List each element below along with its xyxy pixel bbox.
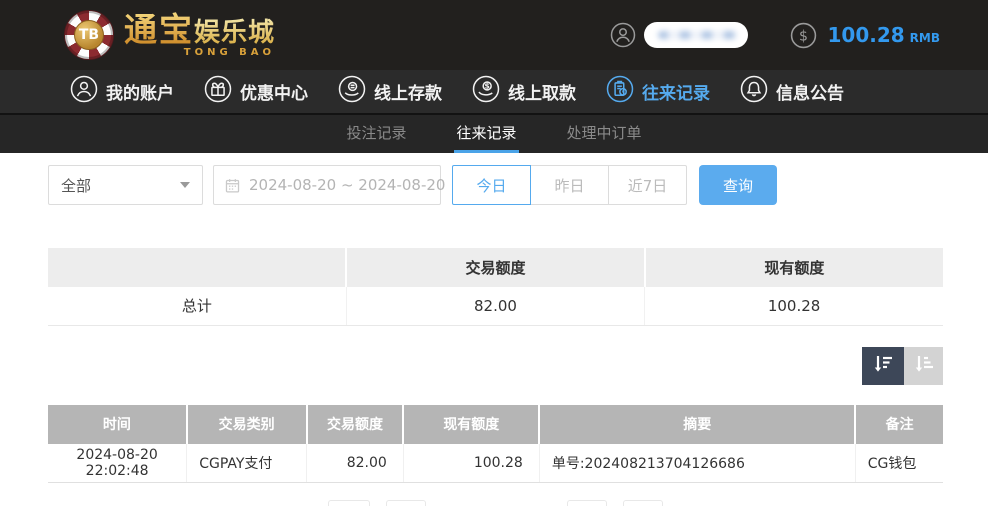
user-avatar-icon[interactable] <box>610 22 636 48</box>
balance-currency: RMB <box>909 31 940 45</box>
pagination-button[interactable] <box>328 500 370 506</box>
svg-text:$: $ <box>485 82 490 91</box>
quick-range-last7days[interactable]: 近7日 <box>608 165 687 205</box>
site-logo[interactable]: TB 通宝娱乐城 TONG BAO <box>64 10 275 60</box>
sub-tab-label: 投注记录 <box>346 124 407 142</box>
records-header-type: 交易类别 <box>186 404 308 444</box>
nav-item-promotions[interactable]: 优惠中心 <box>204 75 308 108</box>
nav-label: 信息公告 <box>776 84 844 104</box>
summary-total-label: 总计 <box>48 287 347 326</box>
records-header-time: 时间 <box>48 404 188 444</box>
record-summary: 单号:202408213704126686 <box>539 443 856 483</box>
quick-range-label: 近7日 <box>627 176 668 195</box>
summary-transaction-amount: 82.00 <box>346 287 646 326</box>
record-time: 2024-08-20 22:02:48 <box>48 443 188 483</box>
sort-ascending-button[interactable] <box>904 346 943 385</box>
svg-text:$: $ <box>800 28 809 44</box>
nav-item-my-account[interactable]: 我的账户 <box>70 75 174 108</box>
logo-title-sub: 娱乐城 <box>194 17 276 48</box>
nav-label: 线上存款 <box>374 84 442 104</box>
type-select[interactable]: 全部 <box>48 165 203 205</box>
gift-icon <box>204 75 232 108</box>
logo-text: 通宝娱乐城 TONG BAO <box>124 13 275 58</box>
tab-betting-records[interactable]: 投注记录 <box>344 115 408 153</box>
logo-subtitle: TONG BAO <box>183 46 276 58</box>
nav-label: 往来记录 <box>642 84 710 104</box>
redacted-smudge <box>658 31 739 39</box>
records-header-row: 时间 交易类别 交易额度 现有额度 摘要 备注 <box>48 404 943 444</box>
chip-label: TB <box>74 20 104 50</box>
withdraw-icon: $ <box>472 75 500 108</box>
summary-current-amount: 100.28 <box>644 287 943 326</box>
records-header-summary: 摘要 <box>539 404 857 444</box>
records-table: 时间 交易类别 交易额度 现有额度 摘要 备注 2024-08-20 22:02… <box>48 404 943 483</box>
type-select-value: 全部 <box>61 176 92 195</box>
quick-range-group: 今日 昨日 近7日 <box>452 165 687 205</box>
quick-range-label: 昨日 <box>554 176 585 195</box>
table-row: 2024-08-20 22:02:48 CGPAY支付 82.00 100.28… <box>48 443 943 483</box>
nav-item-deposit[interactable]: 线上存款 <box>338 75 442 108</box>
nav-item-withdraw[interactable]: $ 线上取款 <box>472 75 576 108</box>
records-icon <box>606 75 634 108</box>
chevron-down-icon <box>180 182 190 188</box>
nav-label: 线上取款 <box>508 84 576 104</box>
quick-range-yesterday[interactable]: 昨日 <box>530 165 609 205</box>
sub-tab-label: 往来记录 <box>456 124 517 142</box>
filter-row: 全部 2024-08-20 ~ 2024-08-20 今日 昨日 近7日 查询 <box>48 165 943 205</box>
date-range-input[interactable]: 2024-08-20 ~ 2024-08-20 <box>213 165 445 205</box>
dollar-coin-icon: $ <box>790 22 817 49</box>
tab-transaction-records[interactable]: 往来记录 <box>454 115 519 153</box>
nav-item-transaction-records[interactable]: 往来记录 <box>606 75 710 108</box>
date-range-value: 2024-08-20 ~ 2024-08-20 <box>249 176 446 194</box>
summary-total-row: 总计 82.00 100.28 <box>48 287 943 326</box>
bell-icon <box>740 75 768 108</box>
summary-header-row: 交易额度 现有额度 <box>48 248 943 287</box>
pagination-button[interactable] <box>567 500 607 506</box>
summary-header-transaction: 交易额度 <box>346 248 646 287</box>
record-type: CGPAY支付 <box>186 443 308 483</box>
record-remark: CG钱包 <box>855 443 943 483</box>
nav-label: 优惠中心 <box>240 84 308 104</box>
records-header-remark: 备注 <box>855 404 943 444</box>
records-header-balance: 现有额度 <box>403 404 541 444</box>
sort-descending-button[interactable] <box>862 346 904 385</box>
deposit-icon <box>338 75 366 108</box>
summary-header-blank <box>48 248 348 287</box>
sub-tab-label: 处理中订单 <box>566 124 642 142</box>
nav-item-announcements[interactable]: 信息公告 <box>740 75 844 108</box>
sort-ascending-icon <box>912 352 936 380</box>
username-redacted[interactable] <box>644 22 749 48</box>
page: TB 通宝娱乐城 TONG BAO $ 100.28 RMB 我的账户 优惠中心… <box>0 0 988 506</box>
main-nav: 我的账户 优惠中心 线上存款 $ 线上取款 往来记录 信息公告 <box>0 70 988 115</box>
poker-chip-icon: TB <box>64 10 114 60</box>
summary-table: 交易额度 现有额度 总计 82.00 100.28 <box>48 248 943 326</box>
record-amount: 82.00 <box>306 443 404 483</box>
record-balance: 100.28 <box>403 443 540 483</box>
sort-descending-icon <box>871 352 895 380</box>
user-area: $ 100.28 RMB <box>610 22 940 49</box>
content: 全部 2024-08-20 ~ 2024-08-20 今日 昨日 近7日 查询 … <box>0 153 988 483</box>
sort-row <box>48 346 943 385</box>
sub-nav: 投注记录 往来记录 处理中订单 <box>0 115 988 153</box>
pagination-button[interactable] <box>623 500 663 506</box>
summary-header-current: 现有额度 <box>644 248 943 287</box>
pagination-button[interactable] <box>386 500 426 506</box>
user-icon <box>70 75 98 108</box>
records-header-amount: 交易额度 <box>306 404 405 444</box>
tab-pending-orders[interactable]: 处理中订单 <box>565 115 644 153</box>
quick-range-today[interactable]: 今日 <box>452 165 531 205</box>
search-button[interactable]: 查询 <box>699 165 777 205</box>
logo-title-main: 通宝 <box>124 9 194 49</box>
balance-display: 100.28 RMB <box>827 23 940 47</box>
top-header: TB 通宝娱乐城 TONG BAO $ 100.28 RMB <box>0 0 988 70</box>
balance-amount: 100.28 <box>827 23 905 47</box>
calendar-icon <box>224 177 241 194</box>
quick-range-label: 今日 <box>476 176 507 195</box>
nav-label: 我的账户 <box>106 84 174 104</box>
